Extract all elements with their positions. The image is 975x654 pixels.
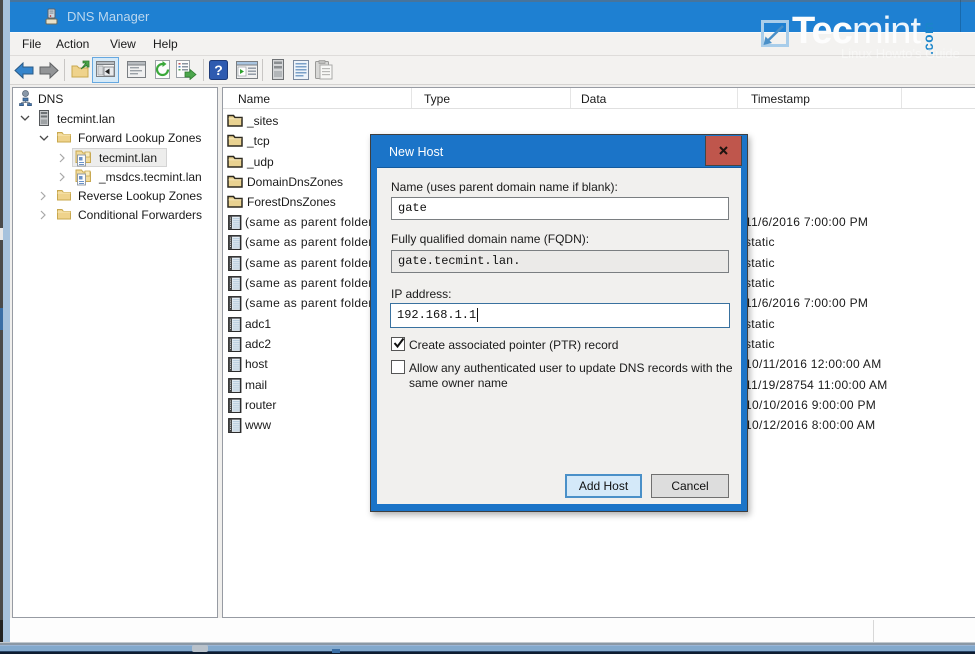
svg-text:?: ? xyxy=(214,62,223,78)
